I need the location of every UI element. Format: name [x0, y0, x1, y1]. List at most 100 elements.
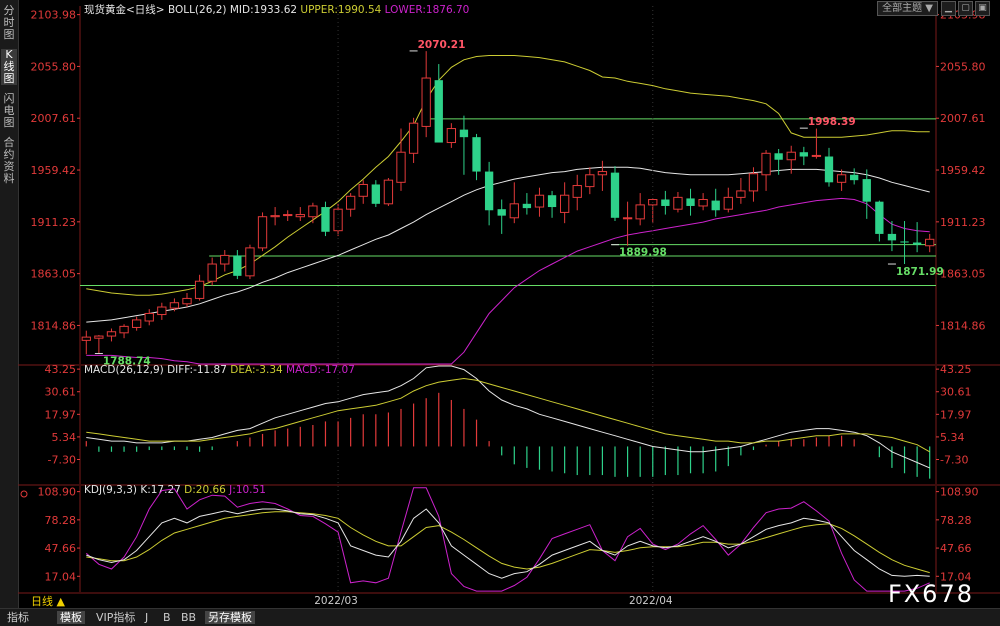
bottom-tab-4[interactable]: J — [142, 611, 151, 624]
candle-body — [119, 325, 129, 334]
candle-body — [144, 312, 154, 322]
candle-body — [836, 174, 847, 183]
candle-body — [421, 77, 431, 127]
candle-body — [194, 280, 205, 299]
chevron-down-icon: ▼ — [925, 3, 933, 14]
y-tick-right: 1911.23 — [940, 216, 986, 229]
macd-diff-line — [86, 365, 930, 469]
candle-body — [824, 156, 834, 183]
title-part: MACD:-17.07 — [283, 364, 355, 376]
candle-body — [270, 215, 280, 218]
title-part: MID:1933.62 — [227, 4, 298, 16]
sidebar-tab-0[interactable]: 分时图 — [1, 5, 17, 41]
y-tick-left: 5.34 — [52, 431, 77, 444]
candle-body — [622, 217, 633, 220]
candle-body — [748, 173, 759, 192]
indicator-toggle-icon — [20, 490, 28, 498]
left-sidebar: 分时图 K线图闪电图合约资料 — [0, 0, 19, 608]
candle-body — [887, 233, 897, 241]
watermark-logo: FX678 — [887, 580, 974, 608]
title-part: 现货黄金<日线> — [84, 3, 165, 16]
candle-body — [610, 172, 620, 218]
close-panel-icon[interactable]: ▣ — [975, 1, 990, 16]
sidebar-tab-2[interactable]: 闪电图 — [1, 93, 17, 129]
candle-body — [358, 183, 368, 197]
title-part: KDJ(9,3,3) — [84, 484, 137, 496]
candle-body — [408, 122, 419, 154]
bottom-tab-0[interactable]: 日线 ▲ — [28, 595, 68, 608]
candle-body — [295, 214, 305, 218]
chart-svg: 2103.982103.982055.802055.802007.612007.… — [18, 3, 1000, 607]
y-tick-right: 30.61 — [940, 386, 972, 399]
bottom-tab-6[interactable]: BB — [178, 611, 199, 624]
candle-body — [283, 214, 293, 217]
candle-body — [711, 200, 720, 211]
candle-body — [94, 335, 104, 339]
candle-body — [912, 242, 922, 245]
candle-body — [233, 255, 242, 276]
candle-body — [131, 319, 142, 328]
candle-body — [925, 238, 935, 247]
x-tick-label: 2022/03 — [314, 595, 358, 607]
y-tick-left: 43.25 — [45, 363, 77, 376]
bottom-tab-2[interactable]: 模板 — [57, 611, 85, 624]
y-tick-left: 47.66 — [45, 542, 77, 555]
y-tick-left: 108.90 — [38, 486, 77, 499]
theme-label: 全部主题 — [882, 3, 923, 14]
candle-body — [850, 174, 859, 181]
bottom-tab-7[interactable]: 另存模板 — [205, 611, 255, 624]
y-tick-left: 78.28 — [45, 514, 77, 527]
candle-body — [811, 154, 822, 157]
macd-dea-line — [86, 377, 930, 453]
bottom-tab-5[interactable]: B — [160, 611, 174, 624]
kdj-d-line — [86, 511, 930, 574]
minimize-icon[interactable]: ▁ — [941, 1, 956, 16]
kdj-k-line — [86, 508, 930, 579]
y-tick-left: 1911.23 — [31, 216, 77, 229]
y-tick-right: 108.90 — [940, 486, 979, 499]
candle-body — [686, 198, 695, 206]
y-tick-right: 47.66 — [940, 542, 972, 555]
candle-body — [661, 199, 670, 206]
candle-body — [484, 171, 494, 211]
candle-body — [220, 254, 230, 265]
candle-body — [446, 128, 457, 144]
y-tick-right: 78.28 — [940, 514, 972, 527]
candle-body — [786, 151, 796, 161]
y-tick-right: 2007.61 — [940, 112, 986, 125]
title-part: DIFF:-11.87 — [164, 364, 227, 376]
candle-body — [81, 336, 91, 341]
y-tick-right: 1814.86 — [940, 319, 986, 332]
candle-body — [862, 179, 871, 202]
price-annotation: 1871.99 — [896, 266, 944, 278]
candle-body — [547, 195, 557, 208]
candle-body — [799, 152, 808, 157]
candle-body — [736, 190, 746, 198]
price-annotation: 1889.98 — [619, 247, 667, 259]
title-part: LOWER:1876.70 — [381, 4, 469, 16]
candle-body — [157, 306, 167, 316]
sidebar-tab-3[interactable]: 合约资料 — [1, 137, 17, 185]
y-tick-right: 17.97 — [940, 408, 972, 421]
candle-body — [308, 205, 318, 218]
candle-body — [522, 203, 532, 209]
candle-body — [723, 196, 733, 210]
candle-body — [534, 194, 545, 208]
candle-body — [321, 207, 330, 232]
price-annotation: 1998.39 — [808, 116, 856, 128]
candle-body — [396, 151, 406, 183]
price-annotation: 2070.21 — [418, 39, 466, 51]
sidebar-tab-1[interactable]: K线图 — [1, 49, 17, 85]
theme-selector[interactable]: 全部主题 ▼ — [877, 1, 938, 16]
candle-body — [774, 153, 783, 160]
maximize-icon[interactable]: ▢ — [958, 1, 973, 16]
y-tick-left: -7.30 — [48, 454, 76, 467]
candle-body — [698, 199, 708, 207]
candle-body — [597, 171, 608, 176]
candle-body — [497, 209, 506, 216]
bottom-toolbar: 日线 ▲ 指标 模板 VIP指标 J B BB 另存模板 — [0, 595, 1000, 626]
bottom-tab-3[interactable]: VIP指标 — [93, 611, 138, 624]
candle-body — [559, 194, 570, 213]
bottom-tab-1[interactable]: 指标 — [4, 611, 32, 624]
candle-body — [900, 241, 909, 243]
